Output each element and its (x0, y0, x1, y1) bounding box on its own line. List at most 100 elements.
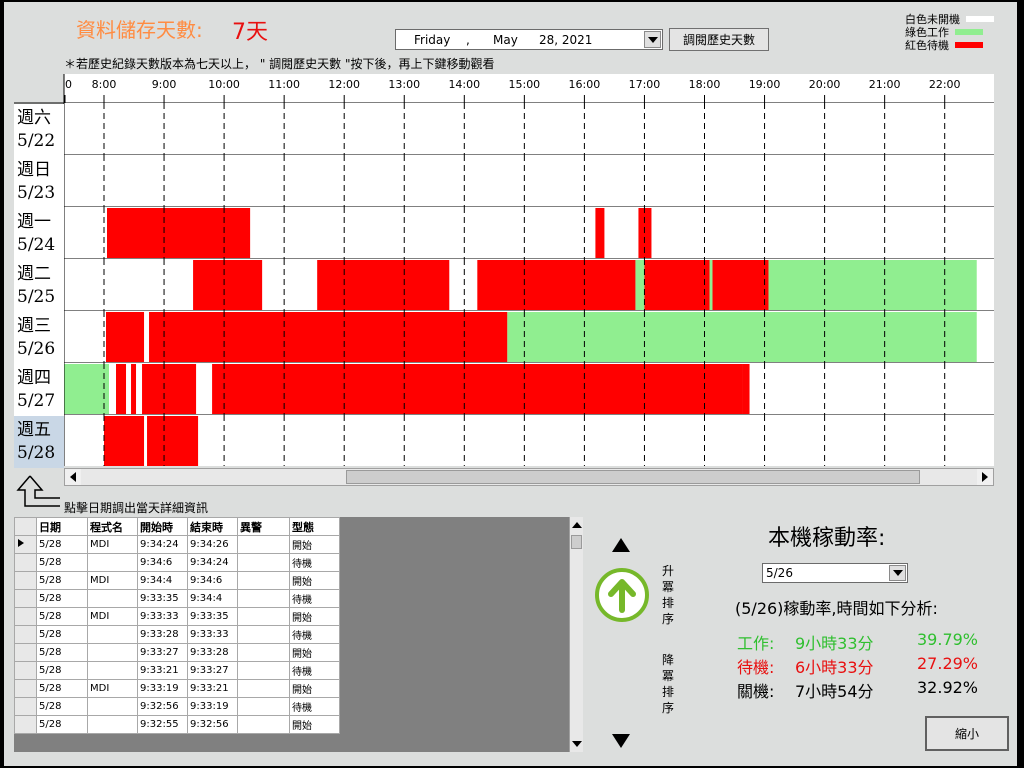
table-row[interactable]: 5/28 9:33:35 9:34:4 待機 (14, 589, 340, 608)
table-column-header[interactable]: 日期 (36, 517, 88, 536)
legend-label: 紅色待機 (905, 38, 949, 52)
hour-tick-label: 12:00 (328, 78, 360, 91)
day-label[interactable]: 週一 5/24 (14, 208, 64, 260)
timeline-hscrollbar[interactable] (64, 468, 994, 486)
day-weekday: 週一 (17, 212, 51, 232)
row-selector[interactable] (14, 679, 37, 698)
day-weekday: 週日 (17, 160, 51, 180)
hour-tick-label: 13:00 (388, 78, 420, 91)
day-label[interactable]: 週四 5/27 (14, 364, 64, 416)
table-vscrollbar[interactable] (569, 517, 583, 752)
row-selector[interactable] (14, 535, 37, 554)
table-row[interactable]: 5/28 9:34:6 9:34:24 待機 (14, 553, 340, 572)
table-cell: 5/28 (36, 625, 88, 644)
table-cell: 9:34:24 (137, 535, 188, 554)
row-header-corner (14, 517, 37, 536)
hint-text: 點擊日期調出當天詳細資訊 (64, 501, 209, 515)
row-selector[interactable] (14, 589, 37, 608)
table-cell: MDI (87, 535, 138, 554)
sort-down-button[interactable] (612, 734, 630, 748)
table-cell (87, 625, 138, 644)
day-label[interactable]: 週六 5/22 (14, 104, 64, 156)
table-row[interactable]: 5/28 9:33:27 9:33:28 開始 (14, 643, 340, 662)
standby-segment (212, 364, 743, 414)
history-days-button[interactable]: 調閱歷史天數 (669, 28, 769, 51)
table-cell: 5/28 (36, 643, 88, 662)
storage-days-value: 7天 (232, 20, 268, 45)
day-select[interactable]: 5/26 (762, 563, 908, 583)
sort-up-button[interactable] (612, 538, 630, 552)
refresh-up-arrow-icon[interactable] (593, 566, 651, 624)
arrow-up-icon[interactable] (572, 521, 582, 529)
standby-segment (644, 260, 710, 310)
date-weekday: Friday (414, 33, 451, 47)
table-cell (237, 625, 290, 644)
table-row[interactable]: 5/28 MDI 9:33:19 9:33:21 開始 (14, 679, 340, 698)
table-row[interactable]: 5/28 9:32:55 9:32:56 開始 (14, 715, 340, 734)
table-cell: 待機 (289, 625, 340, 644)
day-label[interactable]: 週日 5/23 (14, 156, 64, 208)
date-picker[interactable]: Friday , May 28, 2021 (395, 29, 663, 50)
hour-tick-label: 11:00 (268, 78, 300, 91)
standby-segment (116, 364, 127, 414)
row-selector[interactable] (14, 571, 37, 590)
standby-segment (142, 364, 197, 414)
table-row[interactable]: 5/28 MDI 9:34:24 9:34:26 開始 (14, 535, 340, 554)
sort-ascending-label[interactable]: 升冪排序 (661, 563, 675, 627)
row-selector[interactable] (14, 661, 37, 680)
table-cell (237, 643, 290, 662)
scroll-thumb[interactable] (346, 470, 920, 484)
current-row-icon (18, 539, 24, 547)
day-weekday: 週四 (17, 368, 51, 388)
day-label[interactable]: 週五 5/28 (14, 416, 64, 468)
hour-tick-label: 16:00 (569, 78, 601, 91)
row-selector[interactable] (14, 607, 37, 626)
table-cell: MDI (87, 679, 138, 698)
day-dropdown-button[interactable] (889, 565, 906, 581)
date-sep: , (466, 33, 470, 47)
scroll-left-button[interactable] (65, 469, 81, 485)
stat-duration: 6小時33分 (795, 658, 874, 677)
table-scroll-thumb[interactable] (571, 535, 582, 549)
table-column-header[interactable]: 程式名 (87, 517, 138, 536)
table-column-header[interactable]: 結束時 (187, 517, 238, 536)
table-row[interactable]: 5/28 9:33:28 9:33:33 待機 (14, 625, 340, 644)
row-selector[interactable] (14, 715, 37, 734)
utilization-title: 本機稼動率: (768, 526, 886, 551)
table-cell (237, 589, 290, 608)
standby-segment (638, 208, 652, 258)
table-cell: MDI (87, 607, 138, 626)
table-column-header[interactable]: 開始時 (137, 517, 188, 536)
day-label[interactable]: 週二 5/25 (14, 260, 64, 312)
table-row[interactable]: 5/28 9:32:56 9:33:19 待機 (14, 697, 340, 716)
hour-tick-label: 20:00 (809, 78, 841, 91)
date-dropdown-button[interactable] (644, 31, 661, 48)
hour-tick-label: 15:00 (508, 78, 540, 91)
sort-descending-label[interactable]: 降冪排序 (661, 652, 675, 716)
hour-tick-label: 22:00 (929, 78, 961, 91)
table-row[interactable]: 5/28 MDI 9:34:4 9:34:6 開始 (14, 571, 340, 590)
row-selector[interactable] (14, 697, 37, 716)
table-cell: 5/28 (36, 679, 88, 698)
day-label[interactable]: 週三 5/26 (14, 312, 64, 364)
shrink-button[interactable]: 縮小 (925, 716, 1009, 751)
hour-tick-label: 10:00 (208, 78, 240, 91)
table-cell: 5/28 (36, 553, 88, 572)
table-column-header[interactable]: 異警 (237, 517, 290, 536)
stat-percent: 39.79% (917, 630, 979, 649)
table-row[interactable]: 5/28 9:33:21 9:33:27 待機 (14, 661, 340, 680)
table-cell: 9:33:19 (137, 679, 188, 698)
table-cell (237, 697, 290, 716)
table-cell: 9:33:19 (187, 697, 238, 716)
row-selector[interactable] (14, 625, 37, 644)
row-selector[interactable] (14, 553, 37, 572)
table-row[interactable]: 5/28 MDI 9:33:33 9:33:35 開始 (14, 607, 340, 626)
table-cell: 9:32:56 (187, 715, 238, 734)
row-selector[interactable] (14, 643, 37, 662)
scroll-right-button[interactable] (977, 469, 993, 485)
arrow-down-icon[interactable] (572, 740, 582, 748)
standby-segment (131, 364, 137, 414)
standby-segment (742, 364, 750, 414)
table-column-header[interactable]: 型態 (289, 517, 340, 536)
table-cell: MDI (87, 571, 138, 590)
